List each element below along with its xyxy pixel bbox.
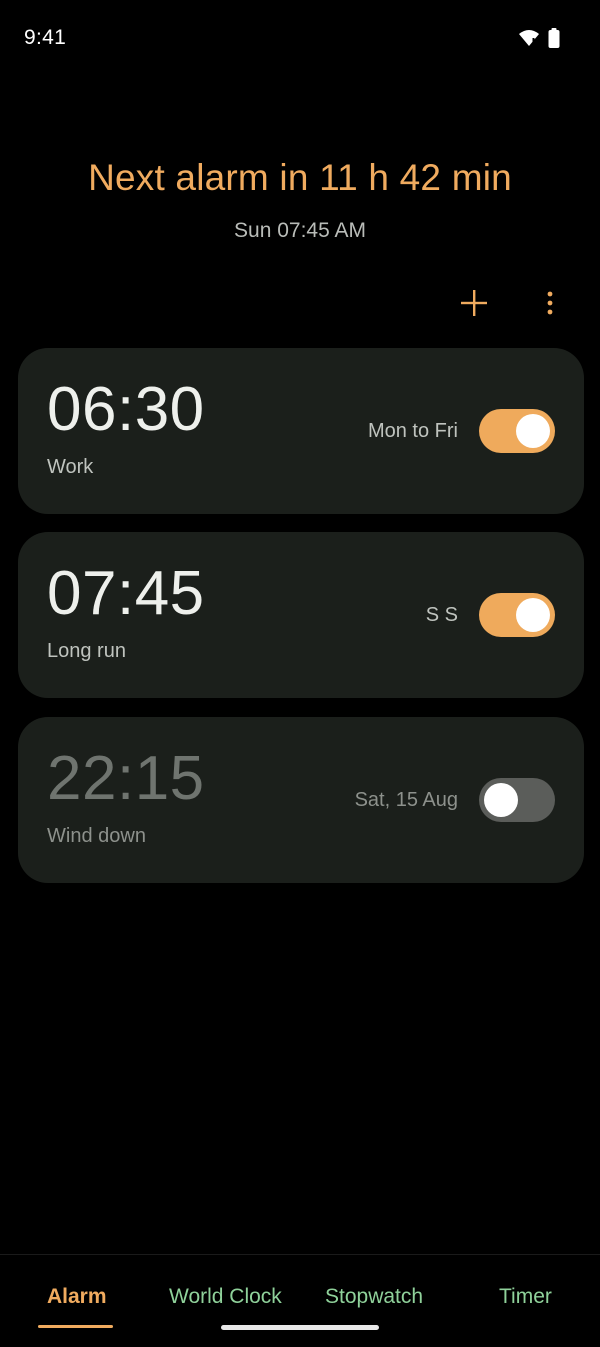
home-indicator[interactable]	[221, 1325, 379, 1330]
tab-stopwatch[interactable]: Stopwatch	[325, 1285, 423, 1309]
tab-alarm[interactable]: Alarm	[47, 1285, 107, 1309]
alarm-time: 07:45	[47, 559, 205, 628]
active-tab-indicator	[38, 1325, 113, 1328]
alarm-toggle[interactable]	[479, 409, 555, 453]
more-vertical-icon	[547, 291, 553, 320]
alarm-label: Long run	[47, 640, 126, 662]
status-icons	[518, 28, 560, 53]
tab-world-clock[interactable]: World Clock	[169, 1285, 282, 1309]
alarm-days: Mon to Fri	[367, 420, 458, 442]
add-alarm-button[interactable]	[452, 283, 496, 327]
toggle-knob	[516, 598, 550, 632]
alarm-days: Sat, 15 Aug	[354, 789, 458, 811]
status-bar: 9:41	[0, 0, 600, 78]
alarm-time: 06:30	[47, 375, 205, 444]
alarm-card-wind-down[interactable]: 22:15 Wind down Sat, 15 Aug	[18, 717, 584, 883]
alarm-label: Wind down	[47, 825, 146, 847]
alarm-days: S S	[425, 604, 458, 626]
tab-timer[interactable]: Timer	[499, 1285, 552, 1309]
bottom-nav: Alarm World Clock Stopwatch Timer	[0, 1254, 600, 1347]
toggle-knob	[484, 783, 518, 817]
alarm-label: Work	[47, 456, 94, 478]
more-options-button[interactable]	[530, 283, 570, 327]
wifi-icon	[518, 29, 540, 52]
next-alarm-headline: Next alarm in 11 h 42 min	[88, 157, 512, 198]
alarm-card-long-run[interactable]: 07:45 Long run S S	[18, 532, 584, 698]
plus-icon	[460, 289, 488, 322]
battery-icon	[548, 28, 560, 53]
alarm-card-work[interactable]: 06:30 Work Mon to Fri	[18, 348, 584, 514]
alarm-time: 22:15	[47, 744, 205, 813]
next-alarm-time: Sun 07:45 AM	[234, 219, 366, 242]
alarm-toggle[interactable]	[479, 778, 555, 822]
status-time: 9:41	[24, 26, 67, 49]
toggle-knob	[516, 414, 550, 448]
alarm-toggle[interactable]	[479, 593, 555, 637]
